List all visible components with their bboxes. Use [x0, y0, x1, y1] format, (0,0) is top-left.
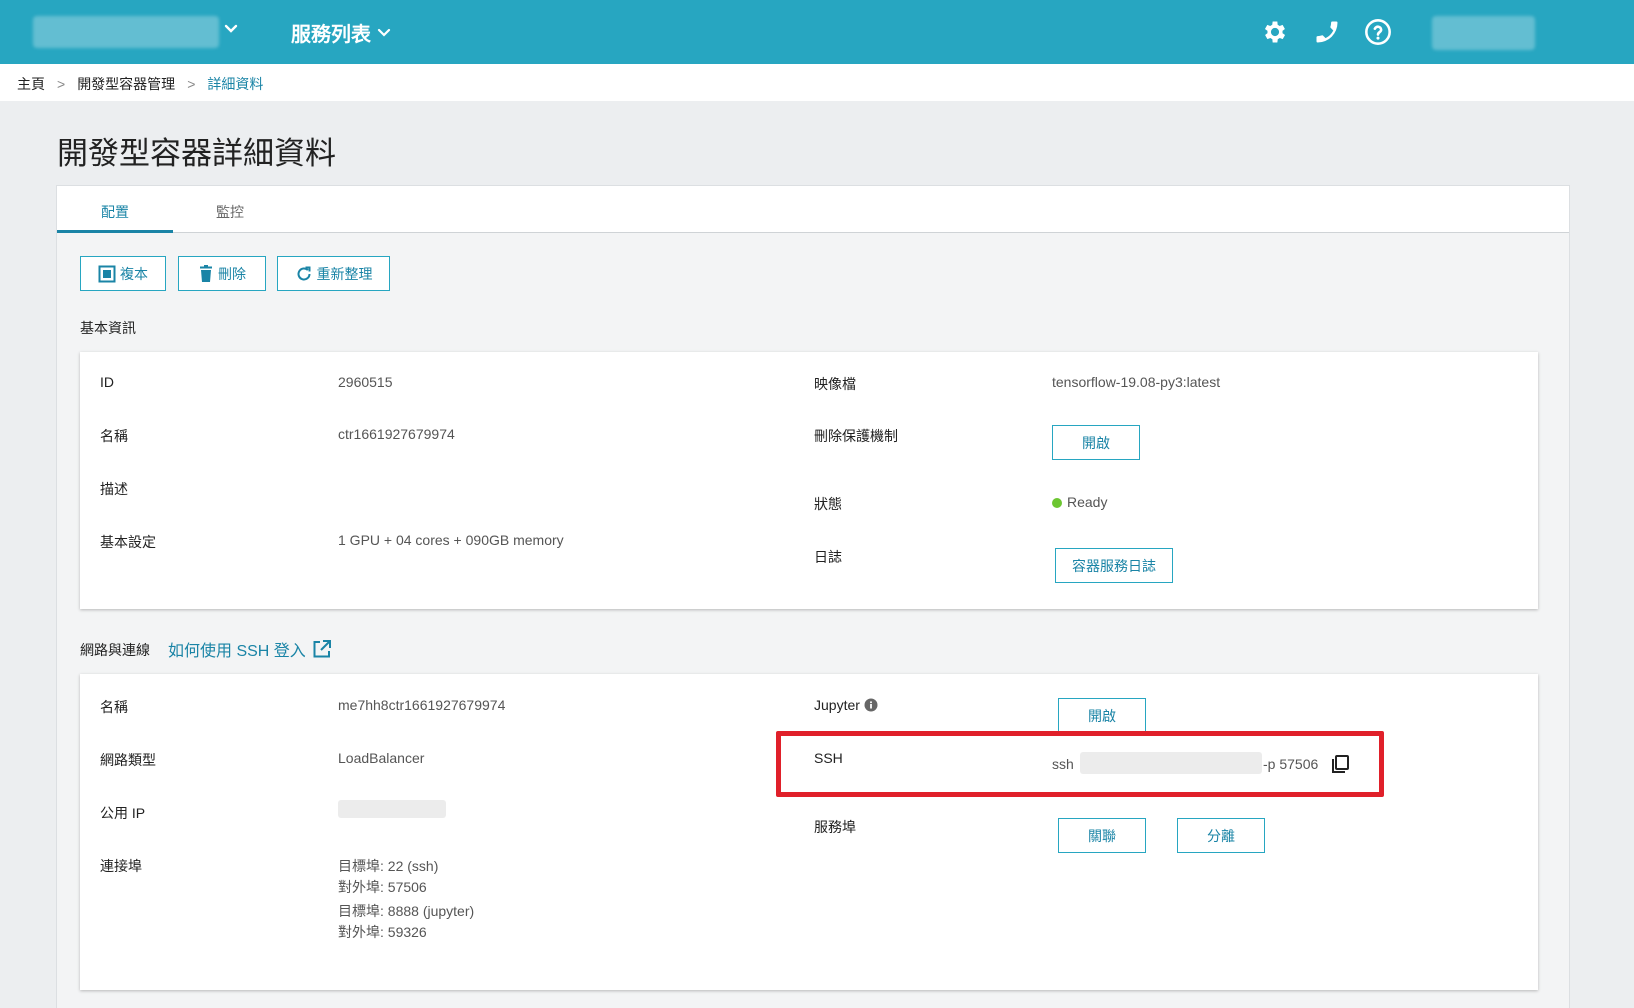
container-log-button[interactable]: 容器服務日誌 — [1055, 548, 1173, 583]
breadcrumb: 主頁 > 開發型容器管理 > 詳細資料 — [17, 74, 263, 94]
log-label: 日誌 — [814, 549, 842, 565]
id-value: 2960515 — [338, 374, 393, 390]
basic-info-heading: 基本資訊 — [80, 320, 136, 336]
tab-configuration[interactable]: 配置 — [101, 202, 129, 222]
delete-protection-enable-button[interactable]: 開啟 — [1052, 425, 1140, 460]
status-label: 狀態 — [814, 496, 842, 512]
tab-monitoring[interactable]: 監控 — [216, 202, 244, 222]
ssh-host-redacted — [1080, 752, 1262, 774]
copy-button-label: 複本 — [120, 265, 148, 282]
breadcrumb-bar: 主頁 > 開發型容器管理 > 詳細資料 — [0, 64, 1634, 101]
ssh-help-link[interactable]: 如何使用 SSH 登入 — [168, 637, 332, 661]
ports-label: 連接埠 — [100, 858, 142, 874]
tab-bar: 配置 監控 — [57, 186, 1569, 233]
basic-config-label: 基本設定 — [100, 534, 156, 550]
name-label: 名稱 — [100, 428, 128, 444]
name-value: ctr1661927679974 — [338, 426, 455, 442]
breadcrumb-separator: > — [57, 76, 66, 92]
external-link-icon — [313, 640, 331, 658]
associate-button[interactable]: 關聯 — [1058, 818, 1146, 853]
chevron-down-icon — [377, 28, 391, 37]
info-icon[interactable] — [864, 698, 878, 712]
services-menu-label: 服務列表 — [291, 24, 371, 46]
help-icon[interactable] — [1364, 18, 1392, 46]
basic-config-value: 1 GPU + 04 cores + 090GB memory — [338, 532, 564, 548]
refresh-button-label: 重新整理 — [316, 265, 373, 282]
network-heading: 網路與連線 — [80, 642, 150, 658]
top-bar: 服務列表 — [0, 0, 1634, 64]
delete-protection-label: 刪除保護機制 — [814, 428, 898, 444]
status-badge: Ready — [1052, 494, 1107, 510]
breadcrumb-container-management[interactable]: 開發型容器管理 — [77, 74, 175, 94]
network-name-label: 名稱 — [100, 699, 128, 715]
copy-button[interactable]: 複本 — [80, 256, 166, 291]
status-ready-dot-icon — [1052, 498, 1062, 508]
project-selector-redacted[interactable] — [33, 16, 219, 48]
ssh-help-link-label: 如何使用 SSH 登入 — [168, 643, 306, 660]
jupyter-label: Jupyter — [814, 697, 860, 713]
public-ip-label: 公用 IP — [100, 805, 146, 821]
network-panel — [80, 674, 1538, 990]
network-type-label: 網路類型 — [100, 752, 156, 768]
service-port-label: 服務埠 — [814, 819, 856, 835]
breadcrumb-separator: > — [187, 76, 196, 92]
ssh-label: SSH — [814, 750, 843, 766]
ssh-command-suffix: -p 57506 — [1263, 756, 1319, 772]
user-menu-redacted[interactable] — [1432, 16, 1535, 50]
page-title: 開發型容器詳細資料 — [57, 136, 336, 171]
copy-icon[interactable] — [1330, 754, 1350, 774]
jupyter-label-group: Jupyter — [814, 697, 878, 713]
refresh-icon — [297, 266, 310, 280]
network-type-value: LoadBalancer — [338, 750, 425, 766]
jupyter-open-button[interactable]: 開啟 — [1058, 698, 1146, 733]
trash-icon — [200, 264, 212, 282]
chevron-down-icon[interactable] — [222, 20, 240, 38]
detach-button[interactable]: 分離 — [1177, 818, 1265, 853]
image-value: tensorflow-19.08-py3:latest — [1052, 374, 1221, 390]
copy-frame-icon — [98, 265, 116, 282]
active-tab-indicator — [57, 230, 173, 233]
network-name-value: me7hh8ctr1661927679974 — [338, 697, 506, 713]
description-label: 描述 — [100, 481, 128, 497]
refresh-button[interactable]: 重新整理 — [277, 256, 390, 291]
public-ip-redacted — [338, 800, 446, 818]
status-value: Ready — [1067, 494, 1108, 510]
port-target: 目標埠: 22 (ssh) — [338, 858, 439, 874]
breadcrumb-current: 詳細資料 — [207, 76, 264, 92]
ports-list: 目標埠: 22 (ssh) 對外埠: 57506 目標埠: 8888 (jupy… — [338, 856, 474, 943]
port-external: 對外埠: 59326 — [338, 924, 427, 940]
port-external: 對外埠: 57506 — [338, 879, 427, 895]
gear-icon[interactable] — [1261, 18, 1289, 46]
delete-button-label: 刪除 — [218, 265, 246, 282]
services-menu[interactable]: 服務列表 — [291, 18, 391, 47]
id-label: ID — [100, 374, 114, 390]
breadcrumb-home[interactable]: 主頁 — [17, 74, 45, 94]
delete-button[interactable]: 刪除 — [178, 256, 266, 291]
image-label: 映像檔 — [814, 376, 856, 392]
phone-icon[interactable] — [1313, 18, 1341, 46]
ssh-command-prefix: ssh — [1052, 756, 1074, 772]
port-target: 目標埠: 8888 (jupyter) — [338, 903, 475, 919]
basic-info-panel — [80, 352, 1538, 609]
